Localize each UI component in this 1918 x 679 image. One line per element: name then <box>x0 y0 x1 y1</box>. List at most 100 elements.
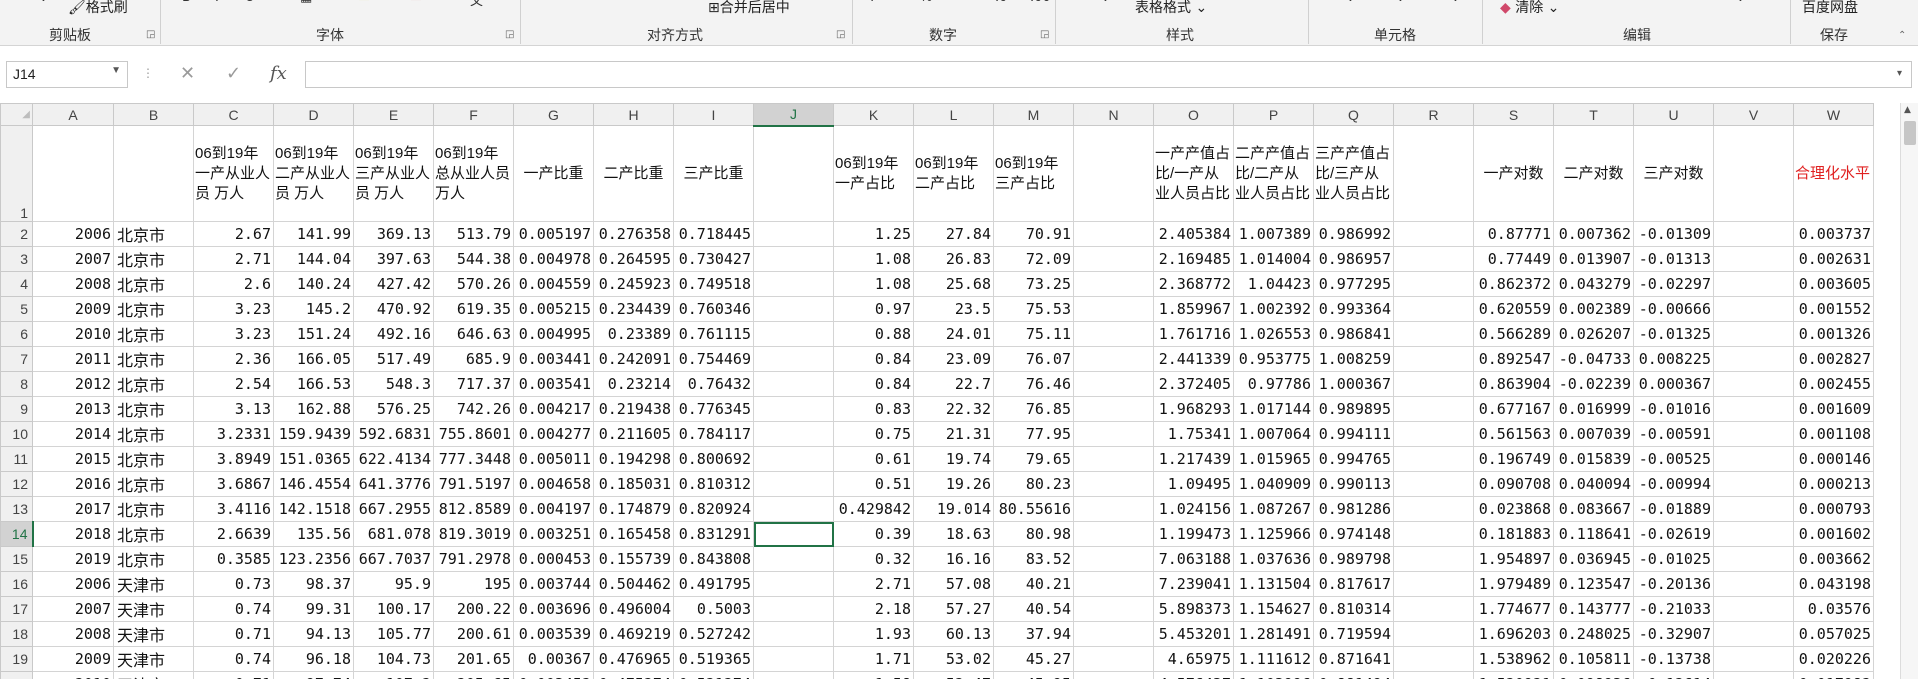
cell-g[interactable]: 0.003539 <box>513 621 594 647</box>
column-header-d[interactable]: D <box>273 103 354 126</box>
cell-l[interactable]: 21.31 <box>913 421 994 447</box>
cell-u[interactable]: -0.01889 <box>1633 496 1714 522</box>
percent-icon[interactable]: % <box>920 0 932 5</box>
cell-f[interactable]: 742.26 <box>433 396 514 422</box>
cell-p[interactable]: 1.002392 <box>1233 296 1314 322</box>
cell-f[interactable]: 570.26 <box>433 271 514 297</box>
cell-k[interactable]: 1.08 <box>833 246 914 272</box>
cell-w[interactable]: 0.001602 <box>1793 521 1874 547</box>
column-header-r[interactable]: R <box>1393 103 1474 126</box>
cell-v[interactable] <box>1713 621 1794 647</box>
cell-s[interactable]: 0.561563 <box>1473 421 1554 447</box>
row-header[interactable]: 8 <box>0 371 33 397</box>
cell-p[interactable]: 1.026553 <box>1233 321 1314 347</box>
cell-w[interactable]: 0.03576 <box>1793 596 1874 622</box>
clear-button[interactable]: ◆ 清除 ⌄ <box>1500 0 1559 17</box>
cell-d[interactable]: 98.37 <box>273 571 354 597</box>
cell-i[interactable]: 0.831291 <box>673 521 754 547</box>
row-header[interactable]: 15 <box>0 546 33 572</box>
cell-c[interactable]: 2.6639 <box>193 521 274 547</box>
cell-h[interactable]: 0.242091 <box>593 346 674 372</box>
cell-t[interactable]: -0.04733 <box>1553 346 1634 372</box>
cell-v[interactable] <box>1713 646 1794 672</box>
cell-q[interactable]: 0.994765 <box>1313 446 1394 472</box>
cell-g[interactable]: 0.00367 <box>513 646 594 672</box>
cell-e[interactable]: 105.77 <box>353 621 434 647</box>
conditional-format-icon[interactable]: ⌄ <box>1100 0 1111 5</box>
chevron-down-icon[interactable]: ▼ <box>111 65 121 76</box>
cell-v[interactable] <box>1713 596 1794 622</box>
cell-o[interactable]: 1.217439 <box>1153 446 1234 472</box>
cell-p[interactable]: 1.131504 <box>1233 571 1314 597</box>
cell-o[interactable]: 1.75341 <box>1153 421 1234 447</box>
cell-u[interactable]: -0.32907 <box>1633 621 1714 647</box>
cell-p[interactable]: 1.017144 <box>1233 396 1314 422</box>
dialog-launcher-icon[interactable]: ◲ <box>505 29 514 40</box>
cell-m[interactable]: 75.53 <box>993 296 1074 322</box>
cell-p[interactable]: 0.953775 <box>1233 346 1314 372</box>
cell-h[interactable]: 0.245923 <box>593 271 674 297</box>
cell-m[interactable]: 76.85 <box>993 396 1074 422</box>
header-cell-s[interactable]: 一产对数 <box>1473 125 1554 222</box>
cell-j[interactable] <box>753 321 834 347</box>
cell-b[interactable]: 北京市 <box>113 346 194 372</box>
cell-i[interactable]: 0.810312 <box>673 471 754 497</box>
cell-j[interactable] <box>753 671 834 679</box>
cell-f[interactable]: 812.8589 <box>433 496 514 522</box>
cell-e[interactable]: 576.25 <box>353 396 434 422</box>
cell-m[interactable]: 77.95 <box>993 421 1074 447</box>
cell-k[interactable]: 0.39 <box>833 521 914 547</box>
cell-q[interactable]: 1.000367 <box>1313 371 1394 397</box>
cell-m[interactable]: 76.07 <box>993 346 1074 372</box>
cell-s[interactable]: 0.862372 <box>1473 271 1554 297</box>
cell-b[interactable]: 北京市 <box>113 546 194 572</box>
cell-b[interactable]: 北京市 <box>113 246 194 272</box>
cell-u[interactable]: -0.00666 <box>1633 296 1714 322</box>
cell-i[interactable]: 0.718445 <box>673 221 754 247</box>
cell-e[interactable]: 95.9 <box>353 571 434 597</box>
cell-n[interactable] <box>1073 271 1154 297</box>
cell-s[interactable]: 0.196749 <box>1473 446 1554 472</box>
cell-r[interactable] <box>1393 596 1474 622</box>
cell-s[interactable]: 1.979489 <box>1473 571 1554 597</box>
header-cell-o[interactable]: 一产产值占比/一产从业人员占比 <box>1153 125 1234 222</box>
cell-o[interactable]: 2.441339 <box>1153 346 1234 372</box>
cell-o[interactable]: 1.024156 <box>1153 496 1234 522</box>
cell-b[interactable]: 天津市 <box>113 671 194 679</box>
header-cell-n[interactable] <box>1073 125 1154 222</box>
column-header-h[interactable]: H <box>593 103 674 126</box>
row-header[interactable]: 9 <box>0 396 33 422</box>
cell-l[interactable]: 22.7 <box>913 371 994 397</box>
cell-q[interactable]: 0.994111 <box>1313 421 1394 447</box>
cell-k[interactable]: 0.75 <box>833 421 914 447</box>
name-box[interactable]: J14 ▼ <box>6 61 128 88</box>
cell-u[interactable]: -0.13738 <box>1633 646 1714 672</box>
column-header-f[interactable]: F <box>433 103 514 126</box>
cell-j[interactable] <box>753 446 834 472</box>
cell-h[interactable]: 0.194298 <box>593 446 674 472</box>
cell-a[interactable]: 2007 <box>32 596 114 622</box>
column-header-k[interactable]: K <box>833 103 914 126</box>
cell-o[interactable]: 1.761716 <box>1153 321 1234 347</box>
cell-p[interactable]: 1.014004 <box>1233 246 1314 272</box>
cell-r[interactable] <box>1393 521 1474 547</box>
header-cell-u[interactable]: 三产对数 <box>1633 125 1714 222</box>
cell-a[interactable]: 2012 <box>32 371 114 397</box>
cell-o[interactable]: 1.199473 <box>1153 521 1234 547</box>
cell-q[interactable]: 0.986957 <box>1313 246 1394 272</box>
cell-q[interactable]: 0.989895 <box>1313 396 1394 422</box>
cell-d[interactable]: 159.9439 <box>273 421 354 447</box>
cell-c[interactable]: 0.74 <box>193 596 274 622</box>
row-header[interactable]: 7 <box>0 346 33 372</box>
cell-j[interactable] <box>753 371 834 397</box>
cell-i[interactable]: 0.519365 <box>673 646 754 672</box>
cell-a[interactable]: 2013 <box>32 396 114 422</box>
header-cell-l[interactable]: 06到19年二产占比 <box>913 125 994 222</box>
cell-w[interactable]: 0.057025 <box>1793 621 1874 647</box>
vertical-scrollbar[interactable]: ▲ <box>1900 103 1918 679</box>
row-header[interactable]: 13 <box>0 496 33 522</box>
header-cell-q[interactable]: 三产产值占比/三产从业人员占比 <box>1313 125 1394 222</box>
row-header[interactable]: 16 <box>0 571 33 597</box>
align-center-icon[interactable]: ≡ <box>598 0 609 5</box>
cell-u[interactable]: -0.00994 <box>1633 471 1714 497</box>
